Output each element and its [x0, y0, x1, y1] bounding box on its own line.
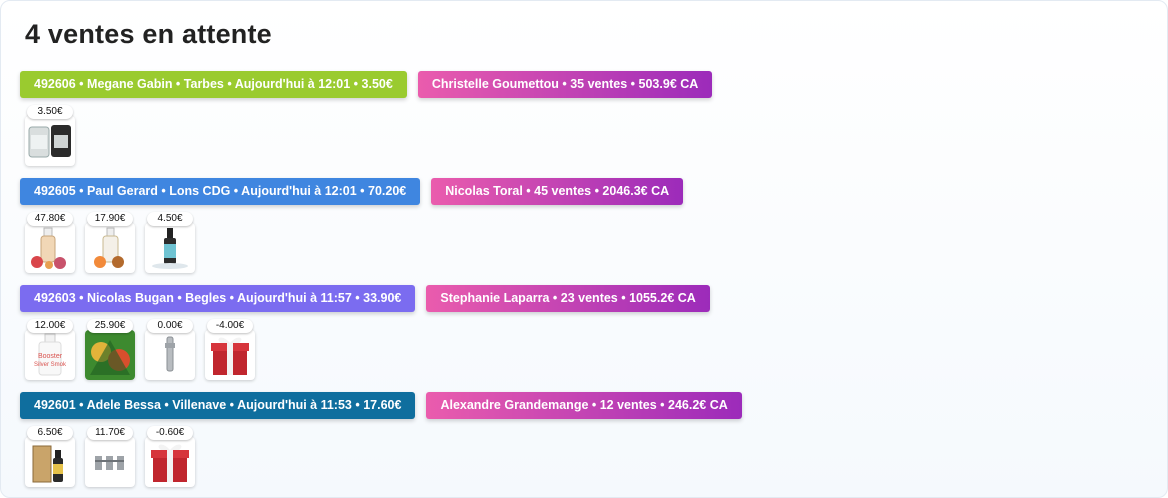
product-price: 11.70€ — [87, 426, 133, 440]
product-thumbnail — [85, 330, 135, 380]
sale-group: 492605 • Paul Gerard • Lons CDG • Aujour… — [20, 178, 684, 273]
product-thumbnail — [25, 116, 75, 166]
product-item[interactable]: 6.50€ — [25, 426, 75, 487]
coil-icon — [165, 336, 175, 372]
order-pill[interactable]: 492601 • Adele Bessa • Villenave • Aujou… — [20, 392, 416, 419]
product-price: 6.50€ — [27, 426, 73, 440]
eliquid-bottle-icon — [94, 227, 124, 268]
product-price: 3.50€ — [27, 105, 73, 119]
gift-icon — [211, 337, 249, 375]
product-item[interactable]: -0.60€ — [145, 426, 195, 487]
order-pill[interactable]: 492606 • Megane Gabin • Tarbes • Aujourd… — [20, 71, 407, 98]
product-thumbnail — [85, 223, 135, 273]
tank-glass-icon — [28, 125, 71, 158]
items-row: 3.50€ — [25, 105, 712, 166]
product-item[interactable]: 12.00€ Booster Silver Smok — [25, 319, 75, 380]
items-row: 47.80€ 17.90€ 4.50€ — [25, 212, 683, 273]
eliquid-box-icon — [85, 330, 135, 380]
product-item[interactable]: -4.00€ — [205, 319, 255, 380]
svg-text:Booster: Booster — [38, 353, 63, 360]
product-item[interactable]: 4.50€ — [145, 212, 195, 273]
client-pill[interactable]: Nicolas Toral • 45 ventes • 2046.3€ CA — [431, 178, 684, 205]
product-thumbnail — [25, 223, 75, 273]
pending-sales-panel: 4 ventes en attente 492606 • Megane Gabi… — [0, 0, 1168, 498]
eliquid-bottle-icon — [31, 227, 66, 269]
sale-group: 492606 • Megane Gabin • Tarbes • Aujourd… — [20, 71, 713, 166]
sale-group: 492601 • Adele Bessa • Villenave • Aujou… — [20, 392, 742, 487]
product-price: 17.90€ — [87, 212, 133, 226]
product-price: 47.80€ — [27, 212, 73, 226]
page-title: 4 ventes en attente — [25, 19, 272, 49]
product-thumbnail — [85, 437, 135, 487]
product-thumbnail: Booster Silver Smok — [25, 330, 75, 380]
client-pill[interactable]: Alexandre Grandemange • 12 ventes • 246.… — [426, 392, 742, 419]
sale-header: 492601 • Adele Bessa • Villenave • Aujou… — [20, 392, 742, 419]
product-item[interactable]: 3.50€ — [25, 105, 75, 166]
product-price: 4.50€ — [147, 212, 193, 226]
order-pill[interactable]: 492605 • Paul Gerard • Lons CDG • Aujour… — [20, 178, 421, 205]
svg-text:Silver Smok: Silver Smok — [34, 362, 67, 368]
product-price: 0.00€ — [147, 319, 193, 333]
product-item[interactable]: 0.00€ — [145, 319, 195, 380]
gift-icon — [151, 444, 189, 482]
sale-header: 492605 • Paul Gerard • Lons CDG • Aujour… — [20, 178, 684, 205]
product-item[interactable]: 25.90€ — [85, 319, 135, 380]
eliquid-small-bottle-icon — [152, 228, 188, 269]
product-price: 25.90€ — [87, 319, 133, 333]
order-pill[interactable]: 492603 • Nicolas Bugan • Begles • Aujour… — [20, 285, 416, 312]
product-thumbnail — [145, 223, 195, 273]
sale-header: 492606 • Megane Gabin • Tarbes • Aujourd… — [20, 71, 713, 98]
sale-header: 492603 • Nicolas Bugan • Begles • Aujour… — [20, 285, 710, 312]
product-price: -4.00€ — [207, 319, 253, 333]
product-thumbnail — [145, 437, 195, 487]
product-thumbnail — [145, 330, 195, 380]
client-pill[interactable]: Stephanie Laparra • 23 ventes • 1055.2€ … — [426, 285, 710, 312]
items-row: 6.50€ 11.70€ -0.60€ — [25, 426, 742, 487]
sale-group: 492603 • Nicolas Bugan • Begles • Aujour… — [20, 285, 710, 380]
product-item[interactable]: 17.90€ — [85, 212, 135, 273]
product-price: -0.60€ — [147, 426, 193, 440]
product-price: 12.00€ — [27, 319, 73, 333]
product-thumbnail — [25, 437, 75, 487]
product-item[interactable]: 47.80€ — [25, 212, 75, 273]
booster-bottle-icon: Booster Silver Smok — [34, 333, 67, 376]
product-item[interactable]: 11.70€ — [85, 426, 135, 487]
items-row: 12.00€ Booster Silver Smok 25.90€ 0.00€ … — [25, 319, 710, 380]
product-thumbnail — [205, 330, 255, 380]
eliquid-box-icon — [32, 445, 63, 483]
coils-pack-icon — [95, 456, 124, 470]
client-pill[interactable]: Christelle Goumettou • 35 ventes • 503.9… — [417, 71, 713, 98]
